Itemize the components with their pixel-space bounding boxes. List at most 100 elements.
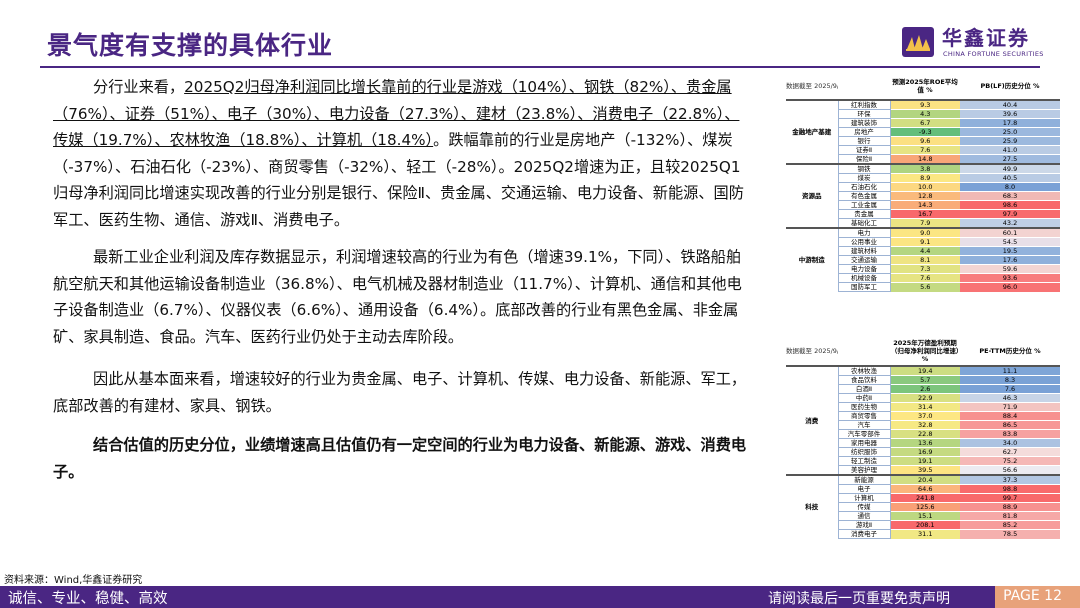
table-industry-cell: 交通运输 <box>837 255 891 265</box>
table-value-cell: 7.3 <box>890 264 960 274</box>
table-value-cell: 22.9 <box>890 393 960 403</box>
table-industry-cell: 银行 <box>837 136 891 146</box>
table-percentile-cell: 59.6 <box>960 264 1060 274</box>
table-value-cell: 241.8 <box>890 493 960 503</box>
table-percentile-cell: 8.0 <box>960 182 1060 192</box>
table-industry-cell: 证券Ⅱ <box>837 145 891 155</box>
table-value-cell: 4.4 <box>890 246 960 256</box>
table-value-cell: 10.0 <box>890 182 960 192</box>
company-logo: 华鑫证券 CHINA FORTUNE SECURITIES <box>902 22 1043 64</box>
table-value-cell: 6.7 <box>890 118 960 128</box>
table-percentile-cell: 43.2 <box>960 218 1060 228</box>
table-industry-cell: 钢铁 <box>837 163 891 174</box>
table-value-cell: 22.8 <box>890 429 960 439</box>
table-group-label: 资源品 <box>786 163 838 228</box>
table-industry-cell: 建筑装饰 <box>837 118 891 128</box>
table-percentile-cell: 25.9 <box>960 136 1060 146</box>
table-industry-cell: 电力设备 <box>837 264 891 274</box>
table-percentile-cell: 25.0 <box>960 127 1060 137</box>
table-industry-cell: 新能源 <box>837 474 891 485</box>
table-percentile-cell: 98.8 <box>960 484 1060 494</box>
table-percentile-cell: 83.8 <box>960 429 1060 439</box>
table-percentile-cell: 96.0 <box>960 282 1060 292</box>
table-percentile-cell: 98.6 <box>960 200 1060 210</box>
table-col-header-growth: 2025年万德盈利预期（归母净利润同比增速）% <box>890 338 960 363</box>
table-value-cell: 16.9 <box>890 447 960 457</box>
table-percentile-cell: 81.8 <box>960 511 1060 521</box>
table-industry-cell: 家用电器 <box>837 438 891 448</box>
table-value-cell: 8.9 <box>890 173 960 183</box>
paragraph-intro: 分行业来看， <box>93 78 185 96</box>
title-divider <box>40 66 1040 68</box>
table-industry-cell: 农林牧渔 <box>837 365 891 376</box>
table-value-cell: 16.7 <box>890 209 960 219</box>
table-percentile-cell: 88.9 <box>960 502 1060 512</box>
table-percentile-cell: 17.6 <box>960 255 1060 265</box>
table-percentile-cell: 99.7 <box>960 493 1060 503</box>
table-percentile-cell: 27.5 <box>960 154 1060 164</box>
table-percentile-cell: 17.8 <box>960 118 1060 128</box>
table-percentile-cell: 19.5 <box>960 246 1060 256</box>
table-percentile-cell: 40.4 <box>960 99 1060 110</box>
table-industry-cell: 汽车零部件 <box>837 429 891 439</box>
table-percentile-cell: 34.0 <box>960 438 1060 448</box>
table-industry-cell: 纺织服饰 <box>837 447 891 457</box>
table-value-cell: 7.6 <box>890 145 960 155</box>
table-value-cell: 9.0 <box>890 227 960 238</box>
table-industry-cell: 游戏Ⅱ <box>837 520 891 530</box>
table-date-label: 数据截至 2025/9/25 <box>786 346 838 355</box>
table-value-cell: 15.1 <box>890 511 960 521</box>
table-industry-cell: 煤炭 <box>837 173 891 183</box>
footer-disclaimer[interactable]: 请阅读最后一页重要免责声明 <box>768 588 950 608</box>
table-industry-cell: 机械设备 <box>837 273 891 283</box>
paragraph-text: 最新工业企业利润及库存数据显示，利润增速较高的行业为有色（增速39.1%，下同）… <box>53 248 742 346</box>
table-percentile-cell: 78.5 <box>960 529 1060 539</box>
table-industry-cell: 红利指数 <box>837 99 891 110</box>
table-col-header-pb: PB(LF)历史分位 % <box>980 81 1040 90</box>
table-value-cell: 9.6 <box>890 136 960 146</box>
paragraph-fundamentals: 因此从基本面来看，增速较好的行业为贵金属、电子、计算机、传媒、电力设备、新能源、… <box>53 366 753 419</box>
table-industry-cell: 计算机 <box>837 493 891 503</box>
table-value-cell: 2.6 <box>890 384 960 394</box>
earnings-pe-table: 数据截至 2025/9/25 2025年万德盈利预期（归母净利润同比增速）% P… <box>786 336 1060 539</box>
table-value-cell: 37.0 <box>890 411 960 421</box>
table-percentile-cell: 86.5 <box>960 420 1060 430</box>
table-percentile-cell: 88.4 <box>960 411 1060 421</box>
table-value-cell: 7.9 <box>890 218 960 228</box>
table-value-cell: 9.3 <box>890 99 960 110</box>
table-industry-cell: 国防军工 <box>837 282 891 292</box>
table-industry-cell: 基础化工 <box>837 218 891 229</box>
table-industry-cell: 汽车 <box>837 420 891 430</box>
table-industry-cell: 食品饮料 <box>837 375 891 385</box>
table-industry-cell: 公用事业 <box>837 237 891 247</box>
table-percentile-cell: 41.0 <box>960 145 1060 155</box>
table-percentile-cell: 85.2 <box>960 520 1060 530</box>
table-value-cell: 9.1 <box>890 237 960 247</box>
table-industry-cell: 电力 <box>837 227 891 238</box>
table-value-cell: 13.6 <box>890 438 960 448</box>
table-percentile-cell: 37.3 <box>960 474 1060 485</box>
table-value-cell: 20.4 <box>890 474 960 485</box>
table-row: 消费 农林牧渔 19.4 11.1 <box>786 365 1060 475</box>
table-date-label: 数据截至 2025/9/25 <box>786 81 838 90</box>
table-industry-cell: 保险Ⅱ <box>837 154 891 165</box>
table-value-cell: 32.8 <box>890 420 960 430</box>
table-group-label: 科技 <box>786 474 838 539</box>
table-industry-cell: 传媒 <box>837 502 891 512</box>
table-value-cell: -9.3 <box>890 127 960 137</box>
logo-text-cn: 华鑫证券 <box>942 26 1030 50</box>
table-group-label: 中游制造 <box>786 227 838 292</box>
table-industry-cell: 白酒Ⅱ <box>837 384 891 394</box>
table-row: 中游制造 电力 9.0 60.1 <box>786 227 1060 292</box>
table-industry-cell: 商贸零售 <box>837 411 891 421</box>
table-industry-cell: 电子 <box>837 484 891 494</box>
table-value-cell: 5.6 <box>890 282 960 292</box>
paragraph-text: 因此从基本面来看，增速较好的行业为贵金属、电子、计算机、传媒、电力设备、新能源、… <box>53 370 747 415</box>
table-value-cell: 31.1 <box>890 529 960 539</box>
footer-slogan: 诚信、专业、稳健、高效 <box>8 591 168 607</box>
table-group-label: 消费 <box>786 365 838 475</box>
table-industry-cell: 美容护理 <box>837 465 891 476</box>
paragraph-industry-growth: 分行业来看，2025Q2归母净利润同比增长靠前的行业是游戏（104%）、钢铁（8… <box>53 74 753 233</box>
table-industry-cell: 中药Ⅱ <box>837 393 891 403</box>
table-value-cell: 208.1 <box>890 520 960 530</box>
